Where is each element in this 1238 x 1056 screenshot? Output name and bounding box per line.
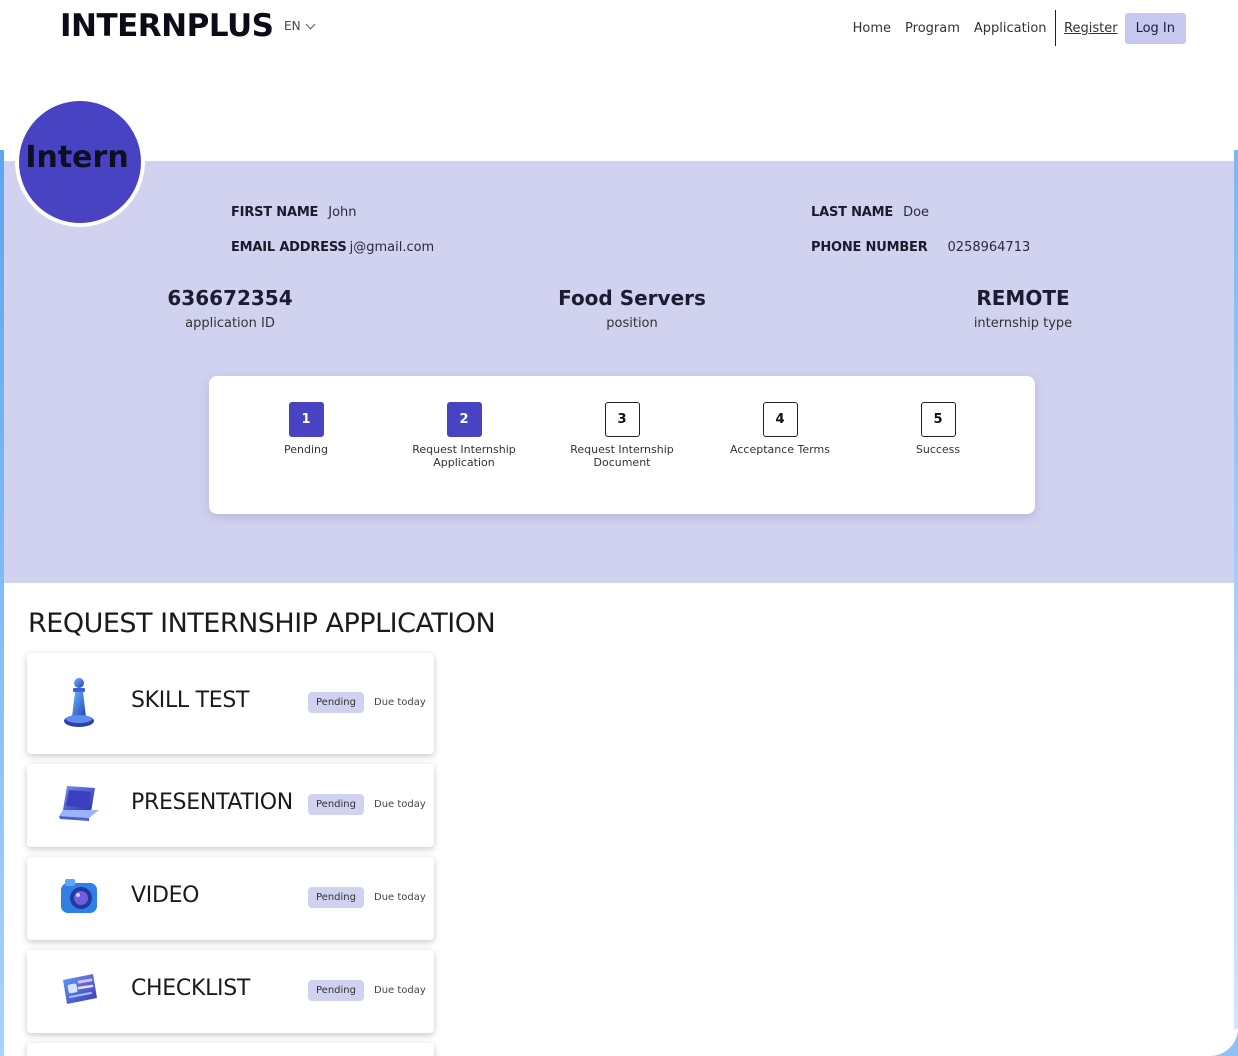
chevron-down-icon xyxy=(305,19,316,29)
nav-home[interactable]: Home xyxy=(853,21,891,36)
first-name-label: FIRST NAME xyxy=(231,205,319,220)
due-label: Due today xyxy=(374,985,426,996)
nav-program[interactable]: Program xyxy=(905,21,960,36)
email-field: EMAIL ADDRESS j@gmail.com xyxy=(231,240,434,255)
id-card-icon xyxy=(63,974,97,1004)
status-badge: Pending xyxy=(308,887,364,908)
step-4: 4 Acceptance Terms xyxy=(705,402,855,456)
phone-field: PHONE NUMBER 0258964713 xyxy=(811,240,1030,255)
top-header: INTERNPLUS EN Home Program Application R… xyxy=(0,0,1238,56)
step-5: 5 Success xyxy=(863,402,1013,456)
nav-divider xyxy=(1054,10,1057,46)
task-card-partial[interactable] xyxy=(27,1043,434,1056)
application-id-stat: 636672354 application ID xyxy=(100,286,360,331)
step-number: 3 xyxy=(604,402,640,437)
last-name-value: Doe xyxy=(903,205,930,220)
language-selector[interactable]: EN xyxy=(284,19,316,33)
due-label: Due today xyxy=(374,697,426,708)
due-label: Due today xyxy=(374,799,426,810)
status-badge: Pending xyxy=(308,980,364,1001)
login-button[interactable]: Log In xyxy=(1124,12,1186,44)
left-frame-edge xyxy=(0,150,4,1056)
position-label: position xyxy=(606,316,658,331)
step-1: 1 Pending xyxy=(231,402,381,456)
section-title: REQUEST INTERNSHIP APPLICATION xyxy=(28,608,496,639)
status-badge: Pending xyxy=(308,794,364,815)
progress-stepper: 1 Pending 2 Request Internship Applicati… xyxy=(209,376,1035,514)
profile-band xyxy=(0,161,1238,583)
internship-type-value: REMOTE xyxy=(976,286,1070,310)
application-id-value: 636672354 xyxy=(167,286,293,310)
application-id-label: application ID xyxy=(185,316,275,331)
first-name-field: FIRST NAME John xyxy=(231,205,357,220)
email-label: EMAIL ADDRESS xyxy=(231,240,347,255)
last-name-field: LAST NAME Doe xyxy=(811,205,929,220)
task-name: SKILL TEST xyxy=(131,688,250,713)
task-card-checklist[interactable]: CHECKLIST Pending Due today xyxy=(27,950,434,1033)
position-stat: Food Servers position xyxy=(502,286,762,331)
step-number: 5 xyxy=(920,402,956,437)
task-card-skill-test[interactable]: SKILL TEST Pending Due today xyxy=(27,653,434,754)
main-nav: Home Program Application Register Log In xyxy=(839,10,1186,46)
task-name: CHECKLIST xyxy=(131,976,251,1001)
internship-type-stat: REMOTE internship type xyxy=(893,286,1153,331)
page: INTERNPLUS EN Home Program Application R… xyxy=(0,0,1238,1056)
language-label: EN xyxy=(284,19,301,33)
step-label: Request Internship Application xyxy=(412,443,516,469)
avatar: Intern xyxy=(15,97,145,227)
last-name-label: LAST NAME xyxy=(811,205,894,220)
step-label: Request Internship Document xyxy=(570,443,674,469)
status-badge: Pending xyxy=(308,692,364,713)
task-card-presentation[interactable]: PRESENTATION Pending Due today xyxy=(27,764,434,847)
task-card-video[interactable]: VIDEO Pending Due today xyxy=(27,857,434,940)
brand-logo[interactable]: INTERNPLUS xyxy=(60,8,274,44)
phone-value: 0258964713 xyxy=(947,240,1031,255)
step-number: 1 xyxy=(288,402,324,437)
internship-type-label: internship type xyxy=(973,316,1073,331)
camera-icon xyxy=(61,879,97,913)
task-name: VIDEO xyxy=(131,883,200,908)
step-label: Success xyxy=(915,443,961,456)
register-link[interactable]: Register xyxy=(1064,21,1118,36)
position-value: Food Servers xyxy=(558,286,706,310)
laptop-icon xyxy=(59,786,99,821)
step-3: 3 Request Internship Document xyxy=(547,402,697,469)
avatar-text: Intern xyxy=(25,139,129,175)
email-value: j@gmail.com xyxy=(349,240,435,255)
chess-pawn-icon xyxy=(64,678,94,727)
step-2: 2 Request Internship Application xyxy=(389,402,539,469)
due-label: Due today xyxy=(374,892,426,903)
step-label: Acceptance Terms xyxy=(730,443,830,456)
step-number: 2 xyxy=(446,402,482,437)
nav-application[interactable]: Application xyxy=(974,21,1047,36)
task-name: PRESENTATION xyxy=(131,790,293,815)
right-frame-edge xyxy=(1234,150,1238,1030)
step-label: Pending xyxy=(284,443,328,456)
phone-label: PHONE NUMBER xyxy=(811,240,928,255)
first-name-value: John xyxy=(328,205,357,220)
step-number: 4 xyxy=(762,402,798,437)
